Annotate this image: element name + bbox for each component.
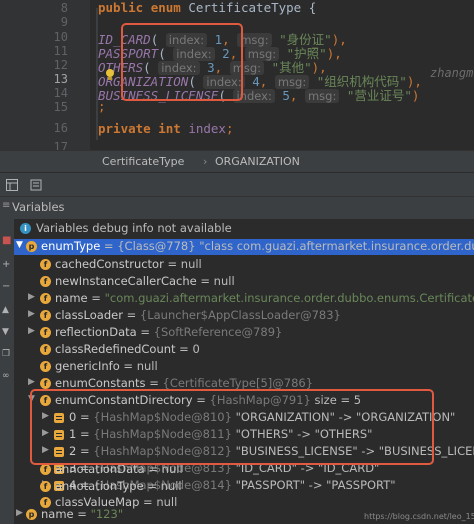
code-editor[interactable]: 8 9 10 11 12 13 14 15 16 17 public enum …: [0, 0, 474, 150]
layout-icon[interactable]: [6, 179, 18, 191]
field-icon: f: [40, 293, 51, 304]
field-icon: f: [40, 361, 51, 372]
semicolon: ;: [98, 99, 106, 114]
author-hint: zhangme: [430, 66, 474, 80]
variables-side-toolbar: ■ + − ▲ ▼ ❐ ∞: [0, 219, 14, 524]
tree-row-field[interactable]: f cachedConstructor = null: [14, 257, 474, 273]
line-number: 16: [53, 121, 68, 135]
tree-row-field[interactable]: ▶ f reflectionData = {SoftReference@789}: [14, 325, 474, 341]
add-watch-icon[interactable]: +: [2, 259, 10, 270]
line-number: 9: [60, 15, 68, 29]
line-number: 11: [53, 44, 68, 58]
stop-icon[interactable]: ■: [2, 235, 11, 246]
enum-declaration: public enum CertificateType {: [98, 0, 317, 15]
tree-row-field[interactable]: ▶ f classLoader = {Launcher$AppClassLoad…: [14, 308, 474, 324]
tree-row-field[interactable]: f newInstanceCallerCache = null: [14, 274, 474, 290]
tree-row-field[interactable]: ▶ f name = "com.guazi.aftermarket.insura…: [14, 291, 474, 307]
move-up-icon[interactable]: ▲: [2, 305, 9, 315]
intention-bulb-icon[interactable]: [104, 68, 116, 82]
line-number: 8: [60, 1, 68, 15]
field-declaration: private int index;: [98, 121, 234, 136]
move-down-icon[interactable]: ▼: [2, 327, 9, 337]
highlight-box-map-entries: [30, 389, 434, 465]
copy-icon[interactable]: ❐: [2, 349, 10, 359]
field-icon: f: [40, 344, 51, 355]
watermark: https://blog.csdn.net/leo_1535: [364, 512, 474, 521]
tree-row-root[interactable]: ▼ p enumType = {Class@778} "class com.gu…: [14, 239, 474, 255]
breadcrumb-separator: ›: [203, 155, 208, 168]
collapsed-arrow-icon[interactable]: ▶: [28, 309, 35, 319]
field-icon: f: [40, 276, 51, 287]
info-row: i Variables debug info not available: [14, 221, 474, 237]
field-icon: f: [40, 327, 51, 338]
remove-watch-icon[interactable]: −: [2, 281, 10, 292]
collapsed-arrow-icon[interactable]: ▶: [28, 377, 35, 387]
collapsed-arrow-icon[interactable]: ▶: [28, 326, 35, 336]
line-number: 17: [53, 140, 68, 150]
settings-icon[interactable]: [30, 179, 42, 191]
tree-row-field[interactable]: f genericInfo = null: [14, 359, 474, 375]
line-number: 10: [53, 30, 68, 44]
debug-toolbar: [0, 172, 474, 197]
expanded-arrow-icon[interactable]: ▼: [16, 240, 23, 250]
variables-panel-title: Variables: [12, 200, 65, 214]
parameter-icon: p: [26, 241, 37, 252]
info-icon: i: [20, 223, 31, 234]
collapse-arrow-icon[interactable]: ≡: [2, 200, 10, 211]
field-icon: f: [40, 259, 51, 270]
breadcrumb-item-class[interactable]: CertificateType: [102, 155, 184, 168]
line-number-gutter: 8 9 10 11 12 13 14 15 16 17: [0, 0, 90, 150]
field-icon: f: [40, 378, 51, 389]
tree-row-field[interactable]: f annotationType = null: [14, 479, 474, 495]
collapsed-arrow-icon[interactable]: ▶: [16, 508, 23, 518]
field-icon: f: [40, 481, 51, 492]
line-number: 14: [53, 86, 68, 100]
highlight-box-enum-constants: [121, 23, 243, 101]
parameter-icon: p: [26, 509, 37, 520]
field-icon: f: [40, 310, 51, 321]
tree-row-parameter[interactable]: ▶ p name = "123": [14, 507, 354, 523]
info-text: Variables debug info not available: [36, 221, 232, 235]
glasses-icon[interactable]: ∞: [2, 371, 10, 381]
line-number: 12: [53, 58, 68, 72]
collapsed-arrow-icon[interactable]: ▶: [28, 292, 35, 302]
tree-row-field[interactable]: f classRedefinedCount = 0: [14, 342, 474, 358]
line-number: 15: [53, 100, 68, 114]
field-icon: f: [40, 464, 51, 475]
line-number-current: 13: [53, 72, 68, 86]
breadcrumb: CertificateType › ORGANIZATION: [0, 150, 474, 173]
variables-panel-header: ≡ Variables: [0, 196, 474, 220]
breadcrumb-item-constant[interactable]: ORGANIZATION: [215, 155, 300, 168]
